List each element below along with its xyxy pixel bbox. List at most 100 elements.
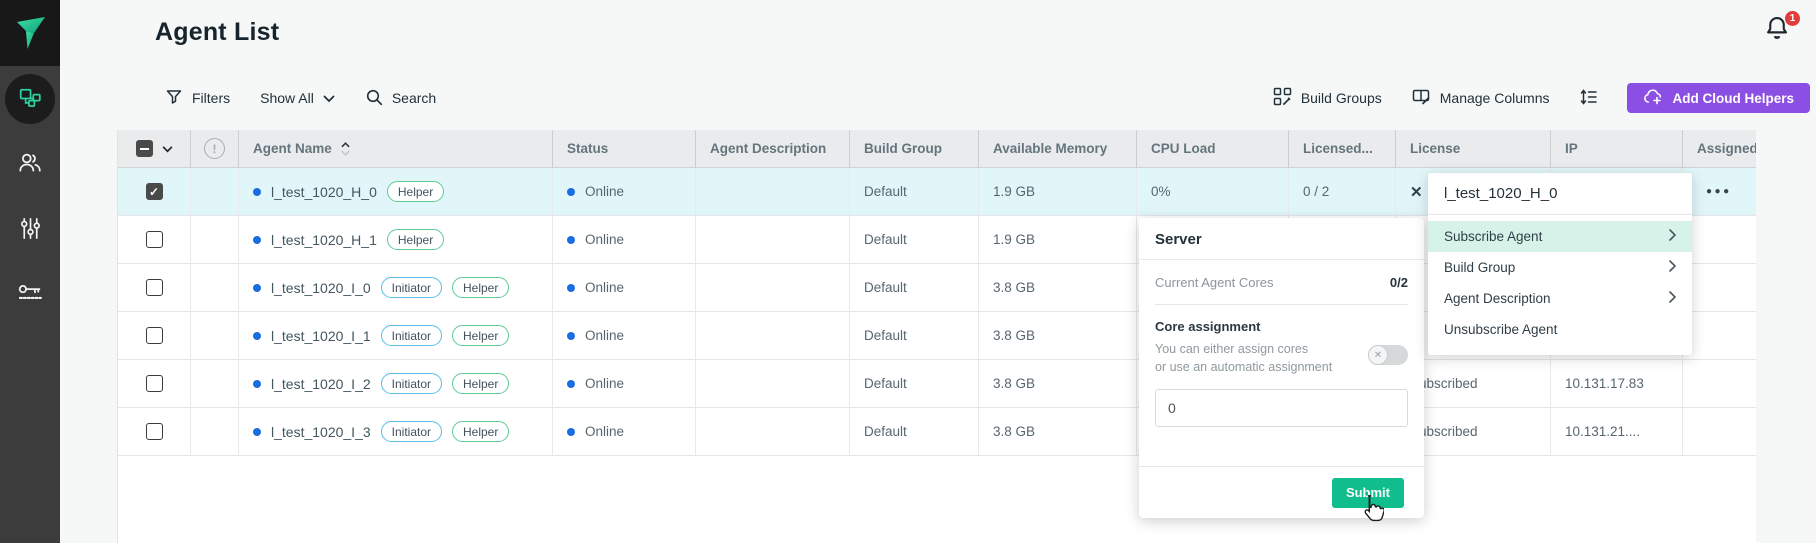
assigned-cell bbox=[1683, 312, 1756, 360]
context-menu-item-label: Subscribe Agent bbox=[1444, 229, 1542, 244]
status-dot-icon bbox=[567, 332, 575, 340]
row-checkbox[interactable] bbox=[146, 423, 163, 440]
search-button[interactable]: Search bbox=[365, 88, 436, 109]
row-info-cell bbox=[191, 168, 239, 216]
info-icon[interactable]: ! bbox=[204, 138, 225, 159]
row-checkbox[interactable]: ✓ bbox=[146, 183, 163, 200]
sidebar-item-license[interactable] bbox=[0, 264, 60, 330]
agent-dot-icon bbox=[253, 332, 261, 340]
agent-name-cell[interactable]: l_test_1020_H_1Helper bbox=[239, 216, 553, 264]
chevron-right-icon bbox=[1669, 291, 1676, 306]
context-menu-item-label: Agent Description bbox=[1444, 291, 1551, 306]
agent-context-menu: l_test_1020_H_0 Subscribe AgentBuild Gro… bbox=[1428, 173, 1692, 355]
row-select-cell bbox=[118, 360, 191, 408]
agent-tag-badge: Initiator bbox=[381, 277, 442, 298]
header-status[interactable]: Status bbox=[553, 130, 696, 168]
header-build-group[interactable]: Build Group bbox=[850, 130, 979, 168]
status-dot-icon bbox=[567, 284, 575, 292]
status-label: Online bbox=[585, 328, 624, 343]
table-row[interactable]: l_test_1020_I_3InitiatorHelperOnlineDefa… bbox=[118, 408, 1756, 456]
agent-description-cell bbox=[696, 360, 850, 408]
row-checkbox[interactable] bbox=[146, 279, 163, 296]
row-info-cell bbox=[191, 408, 239, 456]
row-actions-button[interactable]: ●●● bbox=[1697, 186, 1732, 197]
toggle-off-x-icon: ✕ bbox=[1368, 345, 1388, 365]
agent-description-cell bbox=[696, 216, 850, 264]
sidebar-item-settings[interactable] bbox=[0, 198, 60, 264]
chevron-right-icon bbox=[1669, 260, 1676, 275]
context-menu-item[interactable]: Unsubscribe Agent bbox=[1428, 314, 1692, 345]
header-agent-name[interactable]: Agent Name bbox=[239, 130, 553, 168]
sort-rows-icon bbox=[1579, 87, 1599, 110]
core-assignment-label: Core assignment bbox=[1139, 305, 1424, 338]
available-memory-cell: 3.8 GB bbox=[979, 360, 1137, 408]
cores-input[interactable] bbox=[1155, 389, 1408, 427]
agent-description-cell bbox=[696, 168, 850, 216]
search-icon bbox=[365, 88, 383, 109]
context-menu-item[interactable]: Build Group bbox=[1428, 252, 1692, 283]
agent-tag-badge: Initiator bbox=[381, 325, 442, 346]
current-agent-cores-label: Current Agent Cores bbox=[1155, 275, 1274, 290]
header-ip[interactable]: IP bbox=[1551, 130, 1683, 168]
agent-name-cell[interactable]: l_test_1020_I_3InitiatorHelper bbox=[239, 408, 553, 456]
row-checkbox[interactable] bbox=[146, 327, 163, 344]
status-label: Online bbox=[585, 280, 624, 295]
header-license[interactable]: License bbox=[1396, 130, 1551, 168]
automatic-assignment-toggle[interactable]: ✕ bbox=[1368, 345, 1408, 365]
page-title: Agent List bbox=[155, 18, 279, 47]
context-menu-item[interactable]: Subscribe Agent bbox=[1428, 221, 1692, 252]
agent-tag-badge: Helper bbox=[387, 181, 444, 202]
status-dot-icon bbox=[567, 380, 575, 388]
filters-button[interactable]: Filters bbox=[165, 88, 230, 109]
assigned-cell bbox=[1683, 264, 1756, 312]
sidebar-item-users[interactable] bbox=[0, 132, 60, 198]
context-menu-items: Subscribe Agent Build Group Agent Descript… bbox=[1428, 221, 1692, 345]
row-select-cell bbox=[118, 264, 191, 312]
header-info-cell: ! bbox=[191, 130, 239, 168]
agent-name-cell[interactable]: l_test_1020_I_0InitiatorHelper bbox=[239, 264, 553, 312]
notification-badge: 1 bbox=[1785, 11, 1800, 26]
server-popup: Server Current Agent Cores 0/2 Core assi… bbox=[1139, 218, 1424, 518]
notifications-button[interactable]: 1 bbox=[1762, 13, 1798, 49]
row-checkbox[interactable] bbox=[146, 375, 163, 392]
table-row[interactable]: l_test_1020_I_2InitiatorHelperOnlineDefa… bbox=[118, 360, 1756, 408]
show-all-dropdown[interactable]: Show All bbox=[260, 90, 335, 106]
status-cell: Online bbox=[553, 408, 696, 456]
status-dot-icon bbox=[567, 428, 575, 436]
incredibuild-logo[interactable] bbox=[0, 0, 60, 66]
select-all-checkbox[interactable] bbox=[136, 140, 153, 157]
status-cell: Online bbox=[553, 168, 696, 216]
sort-rows-button[interactable] bbox=[1579, 87, 1599, 110]
close-icon[interactable]: ✕ bbox=[1410, 183, 1423, 201]
row-checkbox[interactable] bbox=[146, 231, 163, 248]
add-cloud-helpers-button[interactable]: Add Cloud Helpers bbox=[1627, 83, 1810, 113]
sidebar bbox=[0, 0, 60, 543]
available-memory-cell: 1.9 GB bbox=[979, 168, 1137, 216]
header-licensed[interactable]: Licensed... bbox=[1289, 130, 1396, 168]
header-available-memory[interactable]: Available Memory bbox=[979, 130, 1137, 168]
agent-name-cell[interactable]: l_test_1020_I_2InitiatorHelper bbox=[239, 360, 553, 408]
select-menu-chevron-icon[interactable] bbox=[162, 141, 173, 156]
header-assigned[interactable]: Assigned bbox=[1683, 130, 1756, 168]
assigned-cell bbox=[1683, 408, 1756, 456]
agent-tag-badge: Helper bbox=[452, 277, 509, 298]
build-group-cell: Default bbox=[850, 168, 979, 216]
agent-dot-icon bbox=[253, 188, 261, 196]
build-groups-button[interactable]: Build Groups bbox=[1273, 87, 1382, 109]
agent-tag-badge: Helper bbox=[452, 325, 509, 346]
chevron-right-icon bbox=[1669, 229, 1676, 244]
build-groups-icon bbox=[1273, 87, 1292, 109]
row-select-cell bbox=[118, 216, 191, 264]
header-cpu-load[interactable]: CPU Load bbox=[1137, 130, 1289, 168]
header-agent-description[interactable]: Agent Description bbox=[696, 130, 850, 168]
available-memory-cell: 3.8 GB bbox=[979, 408, 1137, 456]
manage-columns-button[interactable]: Manage Columns bbox=[1412, 87, 1550, 109]
agent-name: l_test_1020_I_2 bbox=[271, 376, 371, 392]
sort-icon[interactable] bbox=[341, 142, 350, 156]
sidebar-item-agents[interactable] bbox=[0, 66, 60, 132]
agent-name: l_test_1020_H_0 bbox=[271, 184, 377, 200]
agent-name-cell[interactable]: l_test_1020_I_1InitiatorHelper bbox=[239, 312, 553, 360]
agent-dot-icon bbox=[253, 428, 261, 436]
agent-name-cell[interactable]: l_test_1020_H_0 Helper bbox=[239, 168, 553, 216]
context-menu-item[interactable]: Agent Description bbox=[1428, 283, 1692, 314]
